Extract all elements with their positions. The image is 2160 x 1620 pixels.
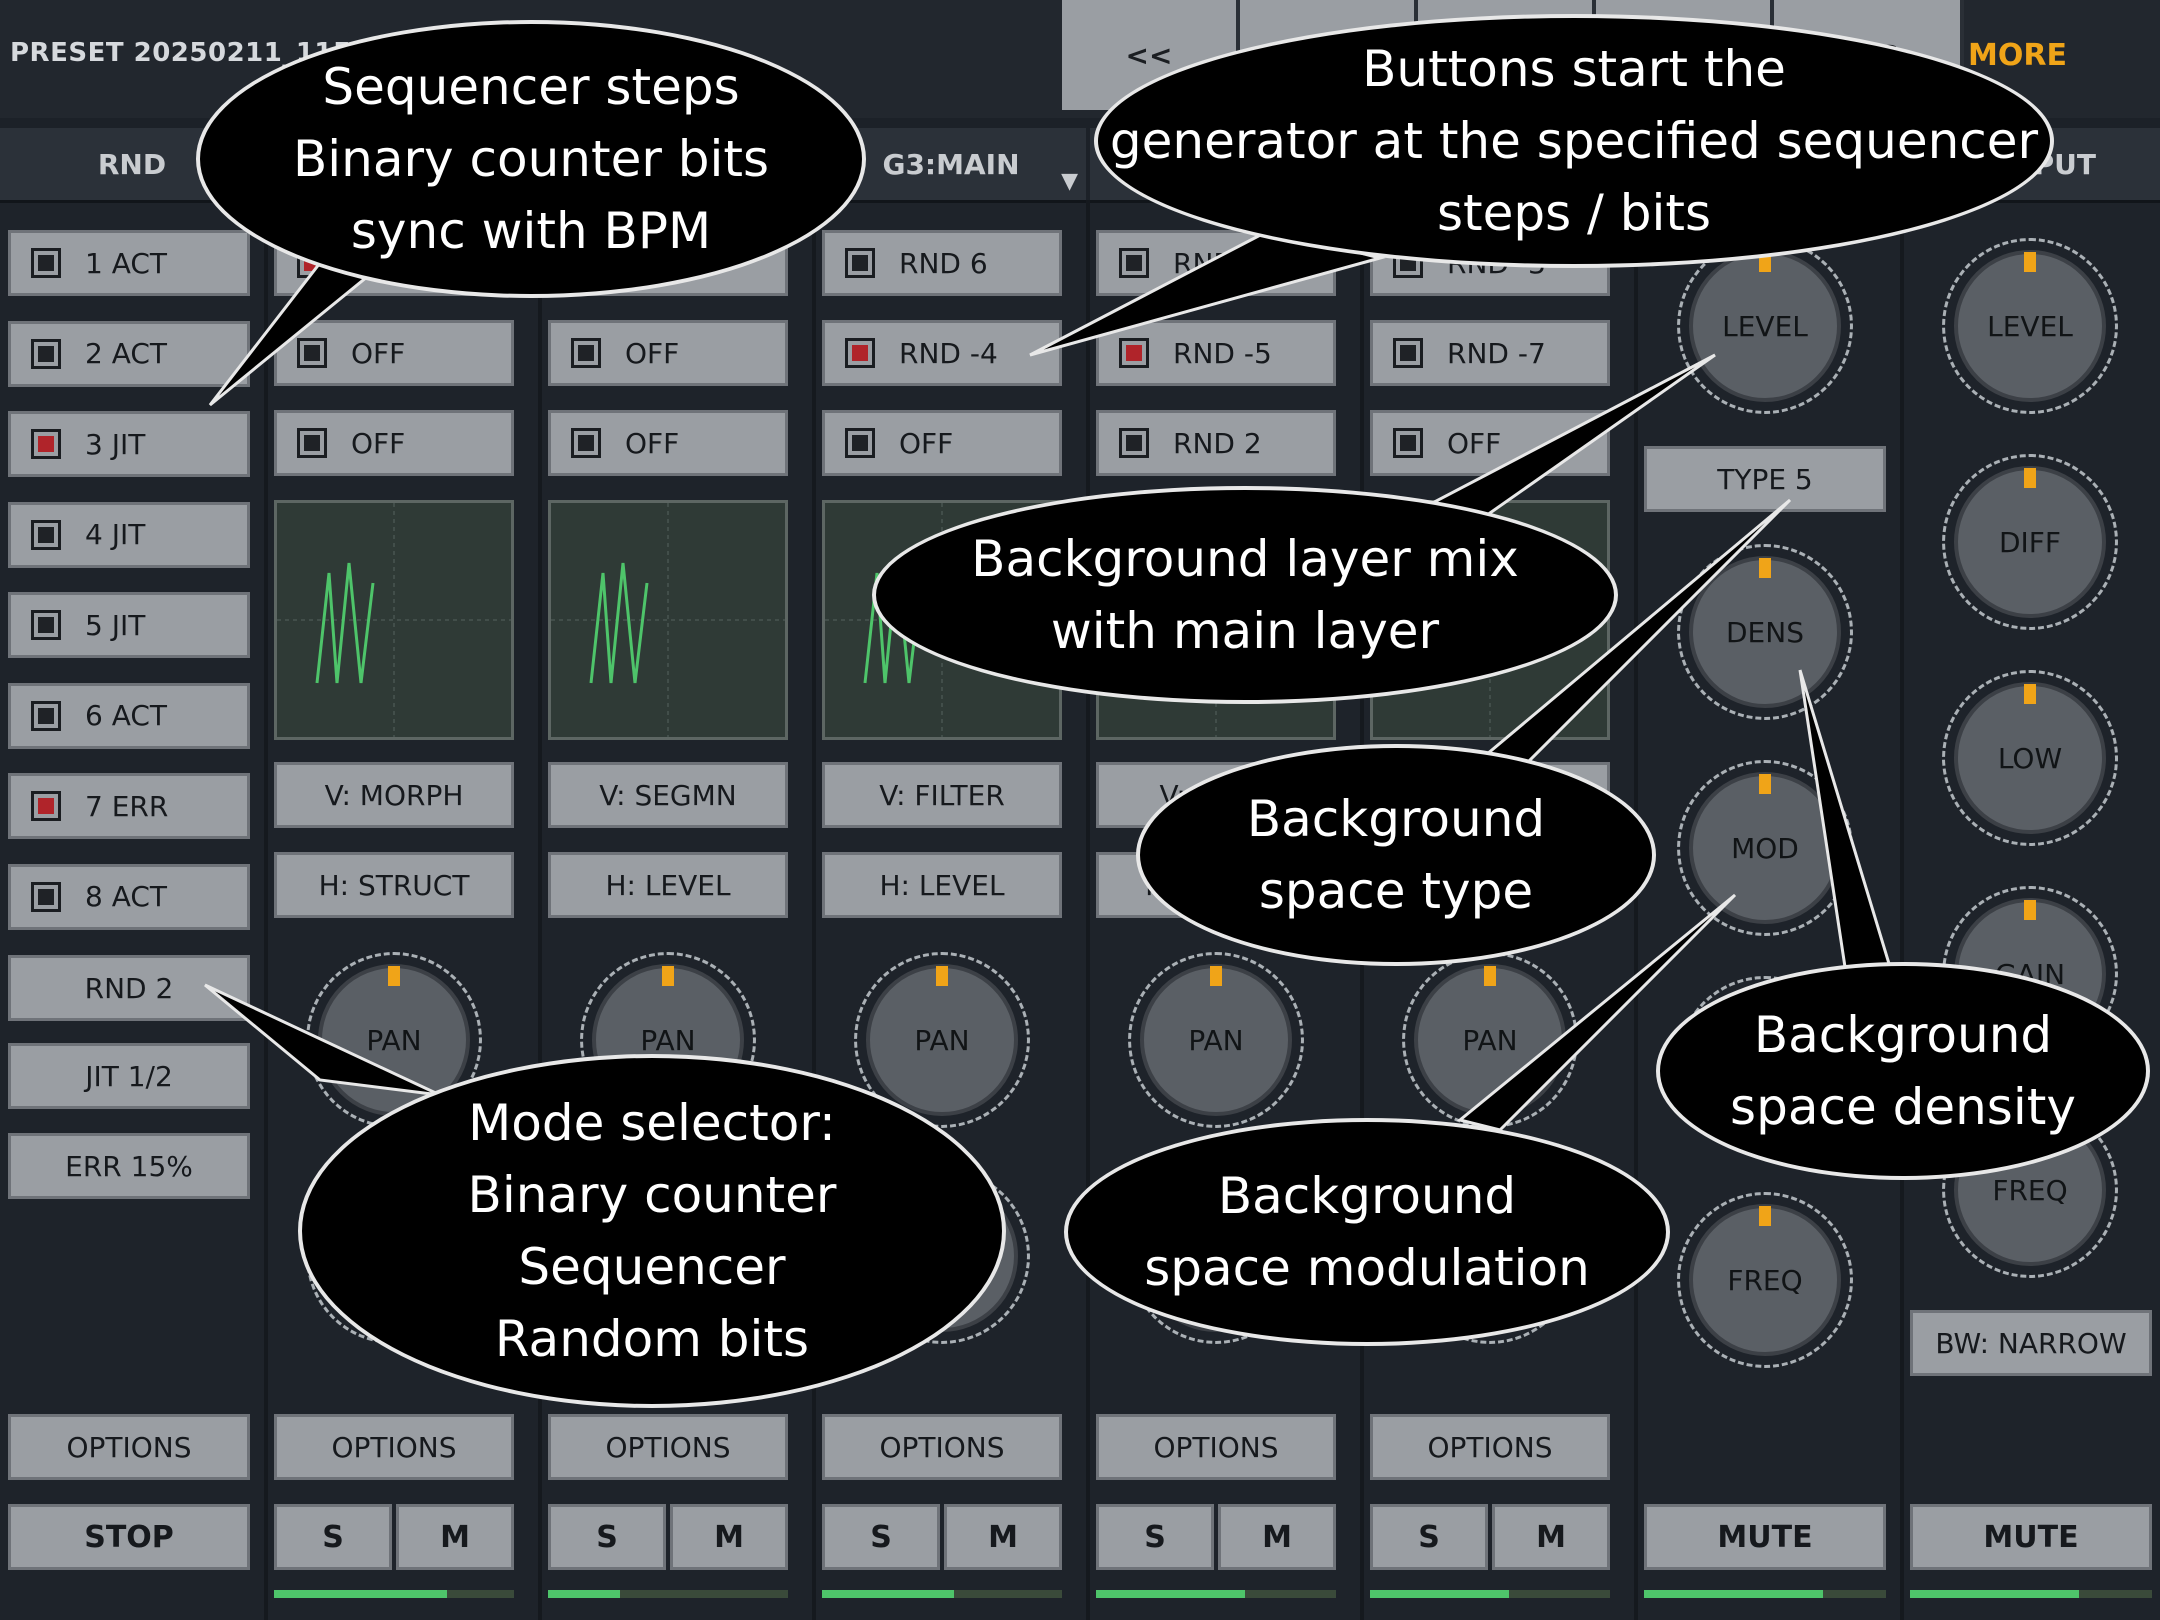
callout-buttons-start: Buttons start the generator at the speci… <box>1094 14 2054 268</box>
callout-line: Binary counter bits <box>292 130 770 188</box>
callout-line: Sequencer steps <box>322 58 740 116</box>
callout-line: space type <box>1258 862 1534 920</box>
callout-bg-mix: Background layer mix with main layer <box>872 486 1618 704</box>
callout-sequencer: Sequencer steps Binary counter bits sync… <box>196 20 866 298</box>
callout-line: Buttons start the <box>1362 40 1786 98</box>
pointer-bg-density <box>1798 669 1903 1002</box>
callout-line: with main layer <box>1050 602 1440 660</box>
callout-line: steps / bits <box>1436 184 1712 242</box>
callout-line: Sequencer <box>518 1238 786 1296</box>
callout-line: Background <box>1217 1167 1517 1225</box>
callout-line: Binary counter <box>467 1166 837 1224</box>
callout-line: space density <box>1730 1078 2076 1136</box>
pointer-bg-mix <box>1399 353 1716 522</box>
callout-mode-selector: Mode selector: Binary counter Sequencer … <box>298 1054 1006 1408</box>
callout-line: generator at the specified sequencer <box>1109 112 2039 170</box>
callout-bg-density: Background space density <box>1656 962 2150 1180</box>
callout-bg-mod: Background space modulation <box>1064 1118 1670 1346</box>
callout-line: space modulation <box>1144 1239 1590 1297</box>
callout-line: Background <box>1753 1006 2053 1064</box>
callout-line: Background <box>1246 790 1546 848</box>
callout-line: Random bits <box>494 1310 810 1368</box>
callout-line: sync with BPM <box>350 202 712 260</box>
callout-line: Mode selector: <box>468 1094 836 1152</box>
pointer-mode-selector <box>204 983 441 1097</box>
callout-bg-type: Background space type <box>1136 744 1656 966</box>
callout-line: Background layer mix <box>971 530 1519 588</box>
